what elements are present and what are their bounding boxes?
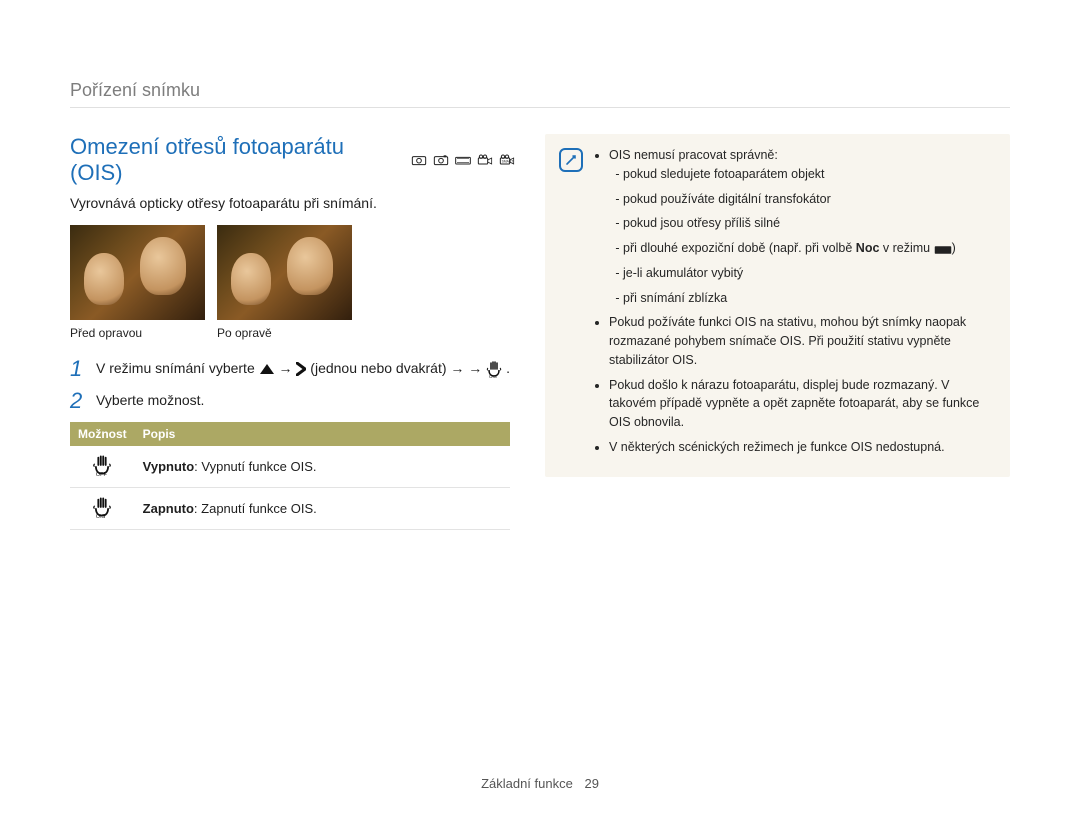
photo-before-block: Před opravou [70, 225, 205, 340]
mode-smart-icon: SMART [499, 153, 515, 167]
steps: 1 V režimu snímání vyberte → (jednou neb… [70, 358, 515, 412]
note-sub-4-pre: při dlouhé expoziční době (např. při vol… [623, 241, 856, 255]
svg-text:OFF: OFF [96, 472, 108, 476]
table-row: OFF Vypnuto: Vypnutí funkce OIS. [70, 446, 510, 488]
step-1-part-1: → [279, 360, 297, 376]
note-sub-3: pokud jsou otřesy příliš silné [623, 214, 996, 233]
note-sub-4-post: ) [952, 241, 956, 255]
step-1-part-1b: → [468, 360, 486, 376]
ois-off-icon: OFF [92, 454, 112, 476]
scene-mode-icon [934, 243, 952, 255]
mode-scene-icon [455, 153, 471, 167]
mode-movie-icon [477, 153, 493, 167]
ois-on-desc: Zapnuto: Zapnutí funkce OIS. [135, 487, 510, 529]
ois-off-text: : Vypnutí funkce OIS. [194, 459, 316, 474]
note-sub-1: pokud sledujete fotoaparátem objekt [623, 165, 996, 184]
mode-auto-icon [411, 153, 427, 167]
mode-program-icon [433, 153, 449, 167]
ois-off-desc: Vypnuto: Vypnutí funkce OIS. [135, 446, 510, 488]
photo-before-caption: Před opravou [70, 326, 205, 340]
note-sub-2: pokud používáte digitální transfokátor [623, 190, 996, 209]
content-columns: Omezení otřesů fotoaparátu (OIS) SMART V… [70, 134, 1010, 530]
ois-on-label: Zapnuto [143, 501, 194, 516]
note-item-4: V některých scénických režimech je funkc… [609, 438, 996, 457]
note-sub-5: je-li akumulátor vybitý [623, 264, 996, 283]
right-chevron-icon [296, 362, 306, 376]
step-1-part-3: . [506, 360, 510, 376]
note-sub-4-mid: v režimu [879, 241, 933, 255]
svg-text:OIS: OIS [489, 374, 497, 378]
options-header-option: Možnost [70, 422, 135, 446]
photo-before-image [70, 225, 205, 320]
intro-text: Vyrovnává opticky otřesy fotoaparátu při… [70, 194, 515, 213]
footer-page: 29 [584, 776, 598, 791]
ois-hand-icon: OIS [486, 360, 502, 378]
step-2-text: Vyberte možnost. [96, 390, 515, 412]
breadcrumb: Pořízení snímku [70, 80, 1010, 108]
ois-on-icon: OIS [92, 496, 112, 518]
step-1: 1 V režimu snímání vyberte → (jednou neb… [70, 358, 515, 380]
step-1-text: V režimu snímání vyberte → (jednou nebo … [96, 358, 515, 380]
section-title: Omezení otřesů fotoaparátu (OIS) [70, 134, 401, 186]
options-header-desc: Popis [135, 422, 510, 446]
title-row: Omezení otřesů fotoaparátu (OIS) SMART [70, 134, 515, 186]
page: Pořízení snímku Omezení otřesů fotoapará… [0, 0, 1080, 815]
note-sub-4-bold: Noc [856, 241, 880, 255]
photo-after-block: Po opravě [217, 225, 352, 340]
column-right: OIS nemusí pracovat správně: pokud sledu… [545, 134, 1010, 530]
note-item-2: Pokud požíváte funkci OIS na stativu, mo… [609, 313, 996, 369]
up-arrow-icon [259, 363, 275, 375]
mode-icons: SMART [411, 153, 515, 167]
note-badge-icon [559, 148, 583, 172]
ois-off-label: Vypnuto [143, 459, 195, 474]
step-1-number: 1 [70, 358, 84, 380]
step-1-part-2: (jednou nebo dvakrát) → [310, 360, 468, 376]
note-sub-6: při snímání zblízka [623, 289, 996, 308]
step-1-part-0: V režimu snímání vyberte [96, 360, 259, 376]
step-2-number: 2 [70, 390, 84, 412]
svg-text:SMART: SMART [502, 160, 514, 164]
ois-on-text: : Zapnutí funkce OIS. [194, 501, 317, 516]
photo-after-caption: Po opravě [217, 326, 352, 340]
column-left: Omezení otřesů fotoaparátu (OIS) SMART V… [70, 134, 515, 530]
note-item-1: OIS nemusí pracovat správně: pokud sledu… [609, 146, 996, 307]
photo-pair: Před opravou Po opravě [70, 225, 515, 340]
note-content: OIS nemusí pracovat správně: pokud sledu… [595, 146, 996, 463]
photo-after-image [217, 225, 352, 320]
ois-on-cell: OIS [70, 487, 135, 529]
note-sub-4: při dlouhé expoziční době (např. při vol… [623, 239, 996, 258]
svg-text:OIS: OIS [96, 514, 106, 518]
step-2: 2 Vyberte možnost. [70, 390, 515, 412]
ois-off-cell: OFF [70, 446, 135, 488]
footer-label: Základní funkce [481, 776, 573, 791]
note-box: OIS nemusí pracovat správně: pokud sledu… [545, 134, 1010, 477]
note-item-3: Pokud došlo k nárazu fotoaparátu, disple… [609, 376, 996, 432]
note-item-1-lead: OIS nemusí pracovat správně: [609, 148, 778, 162]
options-table: Možnost Popis OFF Vypnuto: Vypnutí funkc… [70, 422, 510, 530]
page-footer: Základní funkce 29 [0, 776, 1080, 791]
table-row: OIS Zapnuto: Zapnutí funkce OIS. [70, 487, 510, 529]
